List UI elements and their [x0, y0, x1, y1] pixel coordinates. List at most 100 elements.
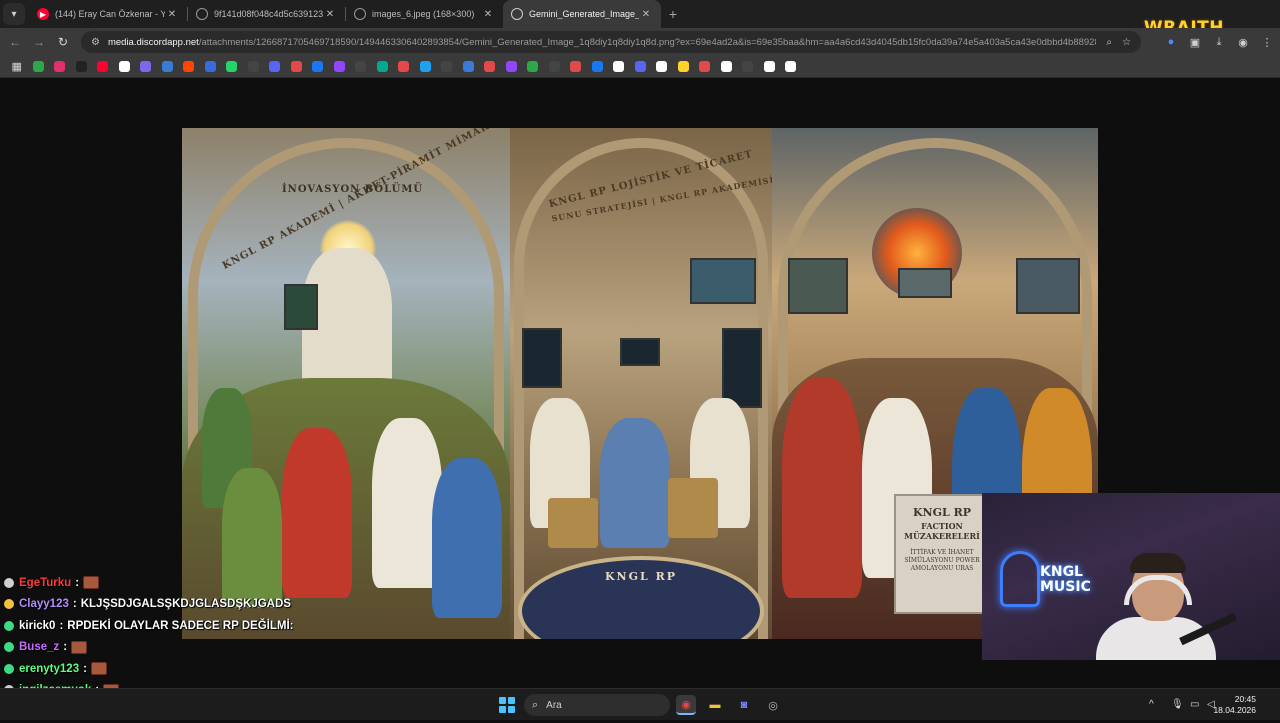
windows-taskbar: ⌕ Ara ◉ ▬ ◙ ◎ ^ 🎙 ▭ ◁ 20:45 18.04.2026 [0, 688, 1280, 720]
bookmark-item[interactable] [243, 60, 265, 74]
bookmark-item[interactable] [350, 60, 372, 74]
back-button[interactable]: ← [3, 35, 27, 49]
bookmark-item[interactable] [415, 60, 437, 74]
obs-icon[interactable]: ◎ [763, 695, 783, 715]
close-icon[interactable]: ✕ [481, 9, 495, 20]
gemini-generated-image[interactable]: KNGL RP AKADEMİ | AKHET-PİRAMİT MİMARLIĞ… [182, 128, 1098, 639]
bookmark-item[interactable] [49, 60, 71, 74]
url-host: media.discordapp.net [107, 36, 199, 48]
bookmark-item[interactable] [264, 60, 286, 74]
tablet [284, 284, 318, 330]
search-icon: ⌕ [532, 698, 539, 711]
bookmark-item[interactable] [544, 60, 566, 74]
close-icon[interactable]: ✕ [323, 9, 337, 20]
neon-sign: KNGL MUSIC [1040, 565, 1091, 595]
forward-button[interactable]: → [27, 35, 51, 49]
bookmark-item[interactable] [372, 60, 394, 74]
sign-body: İTTİFAK VE İHANET SİMÜLASYONU POWER AMOL… [904, 549, 980, 572]
chat-text: KLJŞSDJGALSŞKDJGLASDŞKJGADS [80, 598, 291, 611]
star-icon[interactable]: ☆ [1122, 37, 1131, 48]
bookmark-item[interactable] [651, 60, 673, 74]
bookmark-item[interactable] [522, 60, 544, 74]
bookmark-item[interactable] [436, 60, 458, 74]
bookmark-item[interactable] [200, 60, 222, 74]
bookmark-item[interactable] [178, 60, 200, 74]
bookmark-item[interactable] [694, 60, 716, 74]
chat-emote-icon [83, 576, 100, 590]
youtube-icon: ▶ [37, 8, 49, 20]
zoom-icon[interactable]: ⌕ [1106, 37, 1112, 48]
bookmark-item[interactable] [307, 60, 329, 74]
chevron-up-icon[interactable]: ^ [1149, 699, 1154, 710]
bookmark-item[interactable] [92, 60, 114, 74]
apps-grid-icon[interactable]: ▦ [6, 60, 28, 74]
student-figure [432, 458, 502, 618]
close-icon[interactable]: ✕ [165, 9, 179, 20]
bookmark-favicon-icon [570, 61, 582, 72]
new-tab-button[interactable]: + [661, 6, 685, 22]
search-placeholder: Ara [546, 699, 562, 711]
taskbar-search[interactable]: ⌕ Ara [524, 694, 670, 716]
chevron-down-icon: ▾ [11, 8, 17, 20]
bookmark-item[interactable] [479, 60, 501, 74]
bookmark-item[interactable] [393, 60, 415, 74]
bookmark-item[interactable] [673, 60, 695, 74]
bookmark-favicon-icon [505, 61, 517, 72]
browser-toolbar: ← → ↻ ⚙ media.discordapp.net /attachment… [0, 28, 1280, 56]
bookmark-favicon-icon [656, 61, 668, 72]
bookmark-item[interactable] [780, 60, 802, 74]
tab-youtube[interactable]: ▶ (144) Eray Can Özkenar - YouTu ✕ [29, 0, 187, 28]
extension-icon[interactable]: ● [1159, 36, 1183, 48]
bookmark-favicon-icon [527, 61, 539, 72]
close-icon[interactable]: ✕ [639, 9, 653, 20]
site-info-icon[interactable]: ⚙ [91, 37, 100, 48]
bookmark-item[interactable] [329, 60, 351, 74]
bookmark-item[interactable] [114, 60, 136, 74]
bookmark-item[interactable] [608, 60, 630, 74]
bookmark-item[interactable] [286, 60, 308, 74]
chat-message: Clayy123: KLJŞSDJGALSŞKDJGLASDŞKJGADS [0, 594, 330, 616]
chat-separator: : [75, 576, 80, 589]
crate [548, 498, 598, 548]
streamer-body [1096, 617, 1216, 660]
bookmark-favicon-icon [699, 61, 711, 72]
server-rack [522, 328, 562, 388]
tab-gemini-image[interactable]: Gemini_Generated_Image_1q8 ✕ [503, 0, 661, 28]
network-icon[interactable]: ▭ [1190, 699, 1199, 710]
bookmark-item[interactable] [28, 60, 50, 74]
more-menu-icon[interactable]: ⋮ [1255, 36, 1279, 49]
bookmark-item[interactable] [501, 60, 523, 74]
bookmark-item[interactable] [135, 60, 157, 74]
bookmark-item[interactable] [157, 60, 179, 74]
bookmark-item[interactable] [565, 60, 587, 74]
crate [668, 478, 718, 538]
reload-button[interactable]: ↻ [51, 35, 75, 49]
tab-title: Gemini_Generated_Image_1q8 [529, 9, 639, 19]
chat-text: RPDEKİ OLAYLAR SADECE RP DEĞİLMİ: [67, 619, 294, 632]
start-button[interactable] [499, 697, 515, 713]
bookmark-item[interactable] [221, 60, 243, 74]
neon-line: KNGL [1040, 564, 1083, 580]
bookmark-item[interactable] [630, 60, 652, 74]
microphone-icon[interactable]: 🎙 [1171, 699, 1184, 710]
bookmark-favicon-icon [269, 61, 281, 72]
bookmark-favicon-icon [742, 61, 754, 72]
tab-image-hash[interactable]: 9f141d08f048c4d5c639123146 ✕ [188, 0, 345, 28]
download-icon[interactable]: ⤓ [1207, 36, 1231, 49]
chrome-icon[interactable]: ◉ [676, 695, 696, 715]
bookmark-item[interactable] [71, 60, 93, 74]
system-clock[interactable]: 20:45 18.04.2026 [1213, 694, 1256, 716]
tab-search-menu[interactable]: ▾ [3, 3, 25, 25]
address-bar[interactable]: ⚙ media.discordapp.net /attachments/1266… [81, 31, 1141, 53]
extensions-puzzle-icon[interactable]: ▣ [1183, 36, 1207, 49]
bookmark-favicon-icon [75, 61, 87, 72]
bookmark-item[interactable] [587, 60, 609, 74]
bookmark-item[interactable] [716, 60, 738, 74]
bookmark-item[interactable] [458, 60, 480, 74]
bookmark-item[interactable] [759, 60, 781, 74]
tab-images-jpeg[interactable]: images_6.jpeg (168×300) ✕ [346, 0, 503, 28]
profile-avatar-icon[interactable]: ◉ [1231, 36, 1255, 49]
file-explorer-icon[interactable]: ▬ [705, 695, 725, 715]
discord-icon[interactable]: ◙ [734, 695, 754, 715]
bookmark-item[interactable] [737, 60, 759, 74]
